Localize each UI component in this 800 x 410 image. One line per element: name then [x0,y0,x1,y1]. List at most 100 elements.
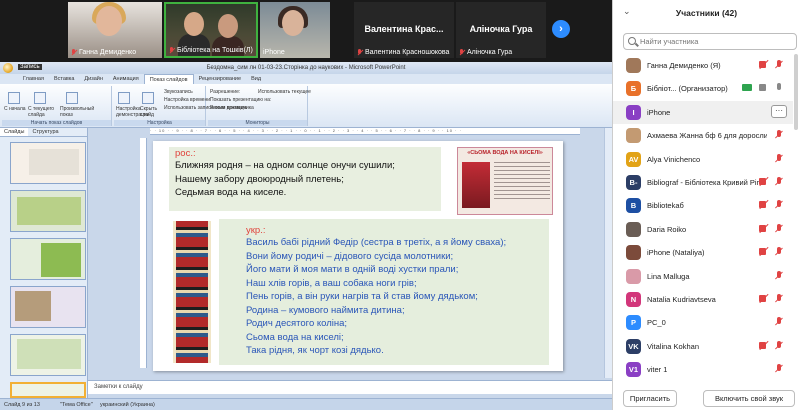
slide-thumbnail[interactable] [10,286,86,328]
video-off-icon[interactable] [759,294,769,302]
thumb-content [29,149,79,175]
participant-row-hovered[interactable]: I iPhone ··· [613,100,793,125]
custom-show-icon[interactable] [66,92,78,104]
slideshow-current-icon[interactable] [34,92,46,104]
participant-row[interactable]: Lina Malluga [613,265,793,288]
setup-show-icon[interactable] [118,92,130,104]
video-tile[interactable]: iPhone [260,2,330,58]
participant-row[interactable]: P PC_0 [613,311,793,334]
mic-muted-icon[interactable] [775,340,783,351]
vertical-scrollbar[interactable] [604,128,612,378]
video-tile-big-name: Аліночка Гура [469,24,533,34]
mic-muted-icon[interactable] [775,60,783,70]
tab-home[interactable]: Главная [18,74,49,84]
participant-row[interactable]: B Bibliotekaб [613,194,793,217]
mic-muted-icon[interactable] [775,223,783,234]
participant-row[interactable]: N Natalia Kudriavtseva [613,288,793,311]
ua-line: Наш хлів горів, а ваш собака ноги грів; [246,277,417,289]
presenter-view-checkbox[interactable]: Режим докладчика [210,105,254,111]
participant-search[interactable] [623,33,797,50]
mic-on-icon[interactable] [775,83,783,93]
embroidered-towel-image[interactable] [173,221,211,363]
participant-row[interactable]: Ахмаева Жанна бф 6 для дорослих [613,124,793,147]
video-tile-big-name: Валентина Крас... [364,24,444,34]
participant-row[interactable]: B- Bibliograf - Бібліотека Кривий Ріг [613,171,793,194]
tab-design[interactable]: Дизайн [79,74,108,84]
search-input[interactable] [640,36,790,47]
slides-pane: Слайды Структура [0,128,88,398]
avatar [626,221,641,237]
slide-thumbnail[interactable] [10,334,86,376]
resolution-select[interactable]: Использовать текущее [258,89,311,95]
video-tile-active-speaker[interactable]: Бібліотека на Тошків(Л) [164,2,258,58]
participant-row[interactable]: Б Бібліот... (Организатор) [613,77,793,100]
participant-row[interactable]: iPhone (Nataliya) [613,241,793,264]
tab-slides[interactable]: Слайды [0,128,29,136]
participant-row[interactable]: V1 viter 1 [613,358,793,381]
rehearse-timings-item[interactable]: Настройка времени [164,97,210,103]
ribbon-group-name: Начать показ слайдов [2,120,111,126]
video-off-icon[interactable] [759,248,769,256]
tab-review[interactable]: Рецензирование [194,74,246,84]
participant-row[interactable]: AV Alya Vinichenco [613,148,793,171]
show-on-label: Показать презентацию на: [210,97,272,103]
mic-muted-icon[interactable] [775,176,783,187]
video-off-icon[interactable] [759,201,769,209]
video-off-icon[interactable] [759,341,769,349]
mic-muted-icon[interactable] [775,364,783,374]
slides-pane-tabs: Слайды Структура [0,128,87,137]
ribbon-label: С текущего слайда [28,106,55,118]
slide-thumbnail[interactable] [10,190,86,232]
tab-view[interactable]: Вид [246,74,266,84]
record-narration-item[interactable]: Звукозапись [164,89,193,95]
participant-row[interactable]: VK Vitalina Kokhan [613,335,793,358]
tab-animation[interactable]: Анимация [108,74,144,84]
search-icon [628,37,636,45]
tab-outline[interactable]: Структура [28,128,62,136]
mic-muted-icon[interactable] [775,293,783,304]
tab-insert[interactable]: Вставка [49,74,79,84]
more-options-button[interactable]: ··· [771,104,787,118]
avatar: V1 [626,362,641,378]
book-cover-image[interactable]: «СЬОМА ВОДА НА КИСЕЛІ» [457,147,553,215]
video-tile-no-video[interactable]: Аліночка Гура Аліночка Гура [456,2,546,58]
video-tile[interactable]: Ганна Демиденко [68,2,162,58]
mic-muted-icon[interactable] [775,130,783,140]
mic-muted-icon [357,49,363,56]
slide-thumbnail-selected[interactable] [10,382,86,398]
video-strip: Ганна Демиденко Бібліотека на Тошків(Л) … [0,0,612,60]
notes-area[interactable]: Заметки к слайду [88,380,612,394]
mic-muted-icon[interactable] [775,153,783,164]
video-off-icon[interactable] [759,224,769,232]
ukrainian-textbox[interactable]: укр.: Василь бабі рідний Федір (сестра в… [219,219,549,365]
panel-scrollbar[interactable] [794,54,798,130]
next-page-arrow-icon[interactable]: › [552,20,570,38]
video-tile-no-video[interactable]: Валентина Крас... Валентина Красношокова [354,2,454,58]
invite-button[interactable]: Пригласить [623,390,677,407]
mic-muted-icon[interactable] [775,270,783,281]
video-on-icon[interactable] [759,84,769,92]
avatar: P [626,315,641,331]
tab-slideshow[interactable]: Показ слайдов [143,74,194,84]
video-off-icon[interactable] [759,61,769,68]
participant-row[interactable]: Ганна Демиденко (Я) [613,54,793,77]
screen-share-icon [742,84,752,92]
slide-canvas[interactable]: рос.: Ближняя родня – на одном солнце он… [153,141,563,371]
mic-muted-icon[interactable] [775,200,783,210]
slide-thumbnail[interactable] [10,238,86,280]
horizontal-ruler: · · 10 · · 9 · · 8 · · 7 · · 6 · · 5 · ·… [150,128,580,135]
ua-line: Пень горів, а він руки нагрів та й став … [246,291,478,302]
slide-thumbnail[interactable] [10,142,86,184]
slideshow-start-icon[interactable] [8,92,20,104]
mic-muted-icon[interactable] [775,317,783,327]
participant-row[interactable]: Daria Roiko [613,218,793,241]
participant-name: iPhone (Nataliya) [647,248,705,258]
russian-textbox[interactable]: рос.: Ближняя родня – на одном солнце он… [169,147,441,211]
hide-slide-icon[interactable] [142,92,154,104]
video-off-icon[interactable] [759,177,769,185]
ribbon-label: Скрыть слайд [140,106,158,118]
unmute-self-button[interactable]: Включить свой звук [703,390,795,407]
participant-name: Ганна Демиденко (Я) [647,61,721,70]
participant-name: Ахмаева Жанна бф 6 для дорослих [647,131,767,141]
mic-muted-icon[interactable] [775,247,783,257]
